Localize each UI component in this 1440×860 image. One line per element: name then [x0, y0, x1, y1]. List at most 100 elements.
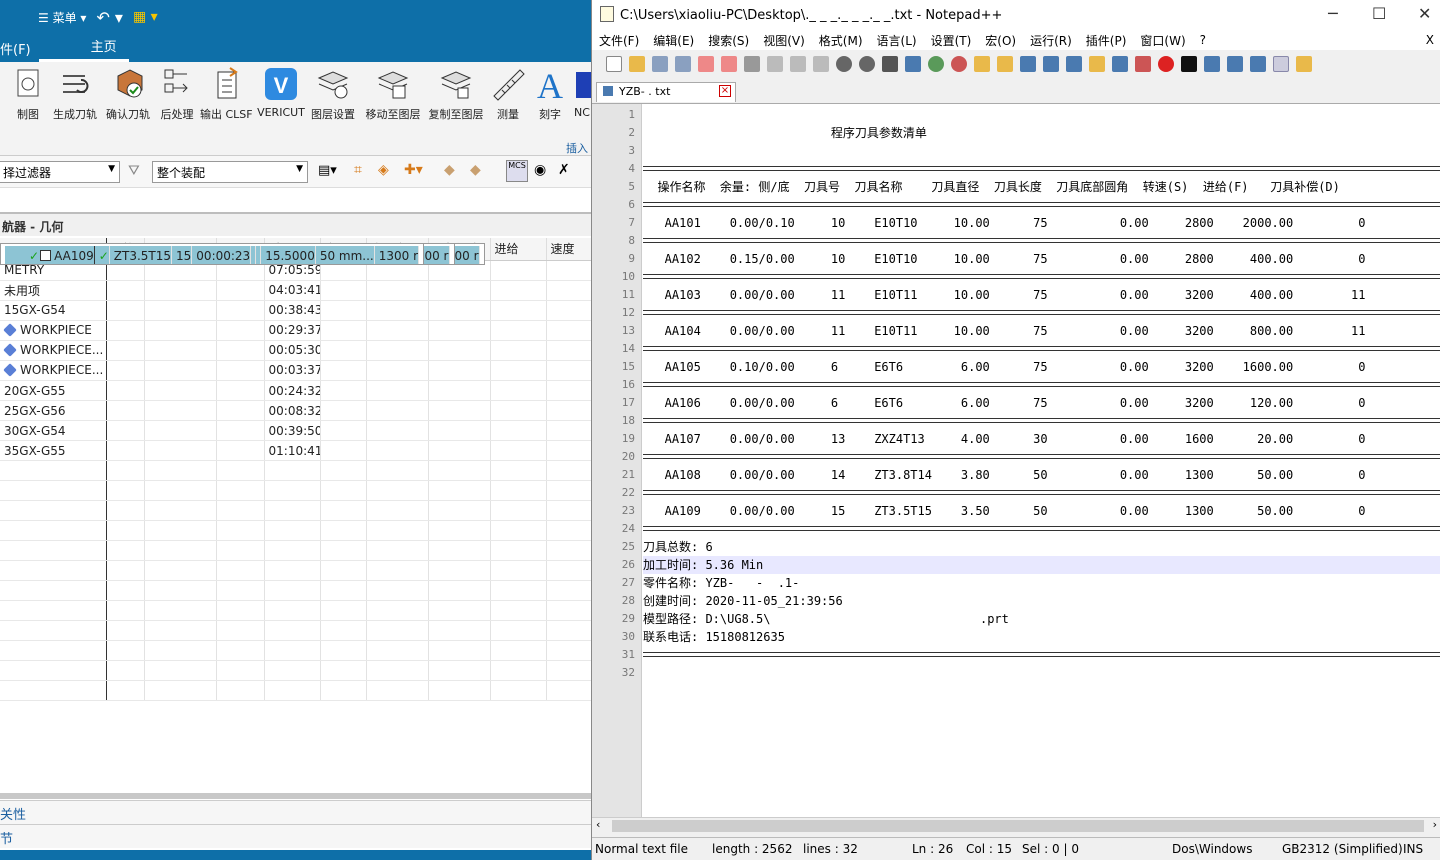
table-row[interactable]: WORKPIECE... 00:03:37	[0, 360, 591, 381]
ribbon-move-to-layer-button[interactable]: 移动至图层	[364, 66, 422, 122]
select-option-icon[interactable]: ▤▾	[318, 163, 337, 178]
scroll-right-icon[interactable]: ›	[1433, 818, 1437, 831]
nx-window: ☰ 菜单 ▾ ↶ ▾ ▦ ▾ 件(F) 主页 制图 生成刀轨 确认刀轨 后处理 …	[0, 0, 591, 860]
table-row[interactable]: ✓ AA109 ✓ ZT3.5T15 15 00:00:23 15.5000 50 mm...…	[0, 243, 425, 265]
tab-home[interactable]: 主页	[38, 36, 129, 62]
calculator-icon[interactable]: ▦ ▾	[133, 9, 158, 25]
menu-format[interactable]: 格式(M)	[812, 32, 870, 49]
filter-icon[interactable]: ⛛	[128, 163, 140, 179]
undo-icon[interactable]: ↶ ▾	[96, 8, 123, 27]
save-icon[interactable]	[652, 56, 668, 72]
maximize-button[interactable]: ☐	[1372, 4, 1386, 23]
table-row[interactable]: 15GX-G54 00:38:43	[0, 300, 591, 321]
details-panel[interactable]: 节	[0, 824, 591, 848]
editor-text[interactable]: 程序刀具参数清单 操作名称 余量: 侧/底 刀具号 刀具名称 刀具直径 刀具长度…	[643, 104, 1440, 817]
menu-run[interactable]: 运行(R)	[1023, 32, 1079, 49]
find-icon[interactable]	[882, 56, 898, 72]
cube-icon[interactable]: ◈	[378, 162, 389, 178]
close-all-icon[interactable]	[721, 56, 737, 72]
undo-icon[interactable]	[836, 56, 852, 72]
zoom-out-icon[interactable]	[951, 56, 967, 72]
save-macro-icon[interactable]	[1250, 56, 1266, 72]
menu-file[interactable]: 文件(F)	[592, 32, 646, 49]
ribbon-generate-toolpath-button[interactable]: 生成刀轨	[50, 66, 100, 122]
close-icon[interactable]	[698, 56, 714, 72]
tab-close-icon[interactable]: ×	[719, 85, 731, 97]
minimize-button[interactable]: ─	[1328, 4, 1338, 23]
col-header-speed[interactable]: 速度	[546, 238, 591, 261]
editor[interactable]: 1 2 3 4 5 6 7 8 9 10 11 12 13 14 15 16 17 18 19 20 21 22 23 24 2…	[592, 103, 1440, 817]
menu-button[interactable]: ☰ 菜单 ▾	[8, 9, 86, 26]
print-icon[interactable]	[744, 56, 760, 72]
open-file-icon[interactable]	[629, 56, 645, 72]
menu-macro[interactable]: 宏(O)	[978, 32, 1023, 49]
scroll-thumb[interactable]	[612, 820, 1424, 832]
redo-icon[interactable]	[859, 56, 875, 72]
paste-icon[interactable]	[813, 56, 829, 72]
ribbon-clsf-button[interactable]: 输出 CLSF	[200, 66, 253, 122]
function-list-icon[interactable]	[1112, 56, 1128, 72]
sync-h-icon[interactable]	[997, 56, 1013, 72]
scroll-left-icon[interactable]: ‹	[596, 818, 600, 831]
run-macro-icon[interactable]	[1227, 56, 1243, 72]
spell-option-icon[interactable]	[1296, 56, 1312, 72]
ribbon-text-button[interactable]: A 刻字	[532, 66, 568, 122]
close-window-button[interactable]: ✕	[1418, 4, 1431, 23]
table-row[interactable]: 30GX-G54 00:39:50	[0, 420, 591, 441]
assembly-select[interactable]: 整个装配 ▼	[152, 161, 308, 183]
menu-window[interactable]: 窗口(W)	[1133, 32, 1192, 49]
table-row[interactable]: 35GX-G55 01:10:41	[0, 440, 591, 461]
copy-icon[interactable]	[790, 56, 806, 72]
close-document-button[interactable]: X	[1419, 33, 1440, 47]
type-filter-select[interactable]: 择过滤器 ▼	[0, 161, 120, 183]
document-tab[interactable]: YZB- . txt ×	[596, 82, 736, 102]
folder-workspace-icon[interactable]	[1135, 56, 1151, 72]
view-icon[interactable]: ◉	[534, 162, 546, 178]
ribbon-nc-button[interactable]: NC	[574, 66, 591, 119]
sync-v-icon[interactable]	[974, 56, 990, 72]
menu-help[interactable]: ?	[1193, 33, 1213, 47]
table-row[interactable]: 20GX-G55 00:24:32	[0, 380, 591, 401]
new-file-icon[interactable]	[606, 56, 622, 72]
snap-icon[interactable]: ⌗	[354, 162, 362, 178]
menu-edit[interactable]: 编辑(E)	[646, 32, 701, 49]
hide-icon[interactable]: ✗	[558, 162, 570, 178]
menu-settings[interactable]: 设置(T)	[924, 32, 979, 49]
play-macro-icon[interactable]	[1204, 56, 1220, 72]
ribbon-copy-to-layer-button[interactable]: 复制至图层	[426, 66, 486, 122]
dependencies-panel[interactable]: 关性	[0, 800, 591, 824]
box2-icon[interactable]: ◆	[470, 162, 481, 178]
ribbon-postprocess-button[interactable]: 后处理	[156, 66, 198, 122]
point-icon[interactable]: ✚▾	[404, 162, 423, 178]
horizontal-scrollbar[interactable]: ‹ ›	[592, 817, 1440, 834]
ribbon-verify-toolpath-button[interactable]: 确认刀轨	[104, 66, 152, 122]
ribbon-layer-settings-button[interactable]: 图层设置	[308, 66, 358, 122]
save-all-icon[interactable]	[675, 56, 691, 72]
table-row[interactable]: WORKPIECE 00:29:37	[0, 320, 591, 341]
menu-file[interactable]: 件(F)	[0, 39, 39, 62]
navigator-splitter[interactable]	[0, 793, 591, 799]
menu-language[interactable]: 语言(L)	[870, 32, 924, 49]
show-all-chars-icon[interactable]	[1043, 56, 1059, 72]
spell-check-icon[interactable]	[1273, 56, 1289, 72]
menu-plugins[interactable]: 插件(P)	[1079, 32, 1134, 49]
mcs-icon[interactable]: MCS	[506, 160, 528, 182]
cut-icon[interactable]	[767, 56, 783, 72]
col-header-feed[interactable]: 进给	[490, 238, 547, 261]
word-wrap-icon[interactable]	[1020, 56, 1036, 72]
table-row[interactable]: WORKPIECE... 00:05:30	[0, 340, 591, 361]
menu-view[interactable]: 视图(V)	[756, 32, 812, 49]
box-icon[interactable]: ◆	[444, 162, 455, 178]
zoom-in-icon[interactable]	[928, 56, 944, 72]
table-row[interactable]: 未用项 04:03:41	[0, 280, 591, 301]
ribbon-vericut-button[interactable]: V VERICUT	[256, 66, 306, 119]
ribbon-measure-button[interactable]: 测量	[488, 66, 528, 122]
stop-macro-icon[interactable]	[1181, 56, 1197, 72]
menu-search[interactable]: 搜索(S)	[701, 32, 756, 49]
ribbon-drawing-button[interactable]: 制图	[6, 66, 50, 122]
table-row[interactable]: 25GX-G56 00:08:32	[0, 400, 591, 421]
record-macro-icon[interactable]	[1158, 56, 1174, 72]
indent-guide-icon[interactable]	[1066, 56, 1082, 72]
doc-map-icon[interactable]	[1089, 56, 1105, 72]
replace-icon[interactable]	[905, 56, 921, 72]
